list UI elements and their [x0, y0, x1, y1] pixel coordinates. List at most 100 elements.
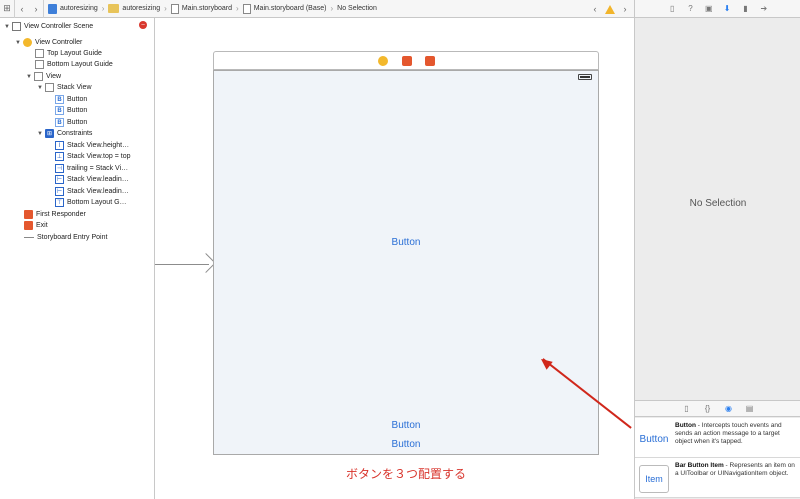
- folder-icon: [108, 4, 120, 13]
- crumb-folder[interactable]: autoresizing ›: [108, 4, 167, 13]
- file-template-library-icon[interactable]: ▯: [682, 404, 691, 413]
- outline-item-label: Button: [67, 96, 88, 103]
- outline-item-constraints[interactable]: ▼ ⊞ Constraints: [37, 128, 92, 139]
- outline-item-label: Exit: [36, 222, 48, 229]
- object-library-icon[interactable]: ◉: [724, 404, 733, 413]
- crumb-storyboard[interactable]: Main.storyboard ›: [170, 3, 239, 14]
- disclosure-triangle-icon[interactable]: ▼: [15, 40, 21, 46]
- constraint-icon: ⊢: [55, 175, 64, 184]
- outline-item-top-layout-guide[interactable]: Top Layout Guide: [35, 48, 102, 59]
- constraint-icon: ⊥: [55, 152, 64, 161]
- button-library-icon: Button: [639, 433, 669, 445]
- outline-item-label: Stack View.leadin…: [67, 176, 129, 183]
- bar-button-item-library-icon: Item: [639, 465, 669, 493]
- size-inspector-icon[interactable]: ▮: [741, 4, 750, 13]
- layout-guide-icon: [35, 60, 44, 69]
- outline-item-label: View: [46, 73, 62, 80]
- disclosure-triangle-icon[interactable]: ▼: [4, 24, 10, 30]
- inspector-empty-text: No Selection: [689, 198, 747, 209]
- canvas-button[interactable]: Button: [214, 420, 598, 431]
- jumpbar-right-controls: ‹ ›: [588, 0, 632, 18]
- divider: [43, 0, 44, 18]
- scene-error-icon[interactable]: –: [139, 21, 147, 29]
- outline-item-exit[interactable]: Exit: [24, 220, 48, 231]
- outline-item-scene[interactable]: ▼ View Controller Scene: [4, 21, 93, 32]
- layout-guide-icon: [35, 49, 44, 58]
- storyboard-file-icon: [170, 3, 179, 14]
- project-icon: [48, 3, 57, 14]
- file-inspector-icon[interactable]: ▯: [668, 4, 677, 13]
- outline-item-bottom-layout-guide[interactable]: Bottom Layout Guide: [35, 59, 113, 70]
- crumb-project[interactable]: autoresizing ›: [48, 3, 104, 14]
- outline-item-label: Top Layout Guide: [47, 50, 102, 57]
- view-controller-icon: [23, 38, 32, 47]
- outline-item-constraint[interactable]: ⊣ trailing = Stack Vi…: [55, 163, 128, 174]
- scene-icon: [12, 22, 21, 31]
- identity-inspector-icon[interactable]: ▣: [704, 4, 713, 13]
- outline-item-first-responder[interactable]: First Responder: [24, 209, 86, 220]
- crumb-storyboard-base[interactable]: Main.storyboard (Base) ›: [242, 3, 333, 14]
- outline-item-view-controller[interactable]: ▼ View Controller: [15, 37, 82, 48]
- outline-item-label: Button: [67, 119, 88, 126]
- library-item-bar-button-item[interactable]: Item Bar Button Item - Represents an ite…: [635, 458, 800, 498]
- utilities-pane: ▯ ? ▣ ⬇ ▮ ➔ No Selection ▯ {} ◉ ▤ Button…: [634, 0, 800, 499]
- crumb-label: Main.storyboard: [181, 5, 233, 12]
- outline-item-label: Stack View.leadin…: [67, 188, 129, 195]
- view-icon: [34, 72, 43, 81]
- library-tab-bar: ▯ {} ◉ ▤: [635, 400, 800, 417]
- outline-item-button[interactable]: B Button: [55, 105, 87, 116]
- quick-help-icon[interactable]: ?: [686, 4, 695, 13]
- disclosure-triangle-icon[interactable]: ▼: [26, 74, 32, 80]
- warning-icon[interactable]: [605, 4, 615, 14]
- constraint-icon: ⊤: [55, 198, 64, 207]
- exit-icon[interactable]: [425, 56, 435, 66]
- outline-item-stack-view[interactable]: ▼ Stack View: [37, 82, 92, 93]
- chevron-right-icon: ›: [236, 4, 239, 13]
- previous-issue-icon[interactable]: ‹: [588, 0, 602, 18]
- code-snippet-library-icon[interactable]: {}: [703, 404, 712, 413]
- outline-item-label: Button: [67, 107, 88, 114]
- crumb-label: No Selection: [337, 5, 377, 12]
- stack-view-icon: [45, 83, 54, 92]
- button-icon: B: [55, 106, 64, 115]
- outline-item-view[interactable]: ▼ View: [26, 71, 61, 82]
- first-responder-icon[interactable]: [402, 56, 412, 66]
- outline-item-constraint[interactable]: ⊢ Stack View.leadin…: [55, 174, 129, 185]
- outline-item-label: Storyboard Entry Point: [37, 234, 108, 241]
- outline-item-button[interactable]: B Button: [55, 117, 87, 128]
- media-library-icon[interactable]: ▤: [745, 404, 754, 413]
- outline-item-label: First Responder: [36, 211, 86, 218]
- outline-item-button[interactable]: B Button: [55, 94, 87, 105]
- connections-inspector-icon[interactable]: ➔: [759, 4, 768, 13]
- library-item-button[interactable]: Button Button - Intercepts touch events …: [635, 418, 800, 458]
- storyboard-canvas[interactable]: Button Button Button ボタンを３つ配置する: [155, 18, 634, 499]
- attributes-inspector-icon[interactable]: ⬇: [723, 4, 732, 13]
- document-outline: ▼ View Controller Scene – ▼ View Controlle…: [0, 18, 155, 499]
- related-items-icon[interactable]: ⊞: [0, 0, 14, 18]
- button-icon: B: [55, 95, 64, 104]
- canvas-button[interactable]: Button: [214, 439, 598, 450]
- crumb-label: Main.storyboard (Base): [253, 5, 327, 12]
- view-controller-view[interactable]: Button Button Button: [213, 70, 599, 455]
- entry-point-icon: [24, 237, 34, 238]
- storyboard-file-icon: [242, 3, 251, 14]
- outline-item-entry-point[interactable]: Storyboard Entry Point: [24, 232, 107, 243]
- outline-item-constraint[interactable]: ⊥ Stack View.top = top: [55, 151, 131, 162]
- outline-item-constraint[interactable]: ⊤ Bottom Layout G…: [55, 197, 127, 208]
- outline-item-constraint[interactable]: ⊢ Stack View.leadin…: [55, 186, 129, 197]
- back-arrow-icon[interactable]: ‹: [15, 0, 29, 18]
- disclosure-triangle-icon[interactable]: ▼: [37, 85, 43, 91]
- crumb-label: autoresizing: [60, 5, 98, 12]
- button-icon: B: [55, 118, 64, 127]
- canvas-button[interactable]: Button: [214, 237, 598, 248]
- next-issue-icon[interactable]: ›: [618, 0, 632, 18]
- exit-icon: [24, 221, 33, 230]
- constraint-icon: I: [55, 141, 64, 150]
- forward-arrow-icon[interactable]: ›: [29, 0, 43, 18]
- disclosure-triangle-icon[interactable]: ▼: [37, 131, 43, 137]
- outline-item-constraint[interactable]: I Stack View.height…: [55, 140, 129, 151]
- chevron-right-icon: ›: [164, 4, 167, 13]
- view-controller-icon[interactable]: [378, 56, 388, 66]
- scene-dock[interactable]: [213, 51, 599, 70]
- crumb-selection[interactable]: No Selection: [337, 5, 377, 12]
